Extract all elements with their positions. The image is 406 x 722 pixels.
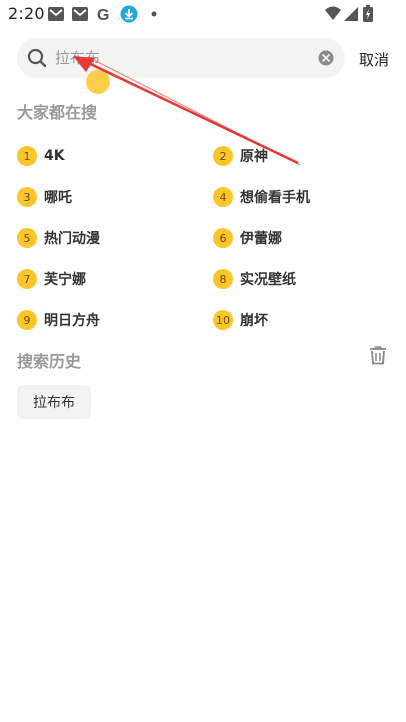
status-time: 2:20	[8, 4, 45, 23]
rank-badge: 10	[213, 310, 233, 330]
rank-badge: 6	[213, 228, 233, 248]
history-chip[interactable]: 拉布布	[17, 385, 91, 419]
rank-badge: 7	[17, 269, 37, 289]
trending-item[interactable]: 2 原神	[213, 144, 268, 168]
trending-item[interactable]: 5 热门动漫	[17, 226, 100, 250]
battery-icon	[362, 5, 374, 23]
rank-badge: 8	[213, 269, 233, 289]
clear-icon[interactable]	[318, 50, 334, 66]
dot-icon	[146, 5, 164, 23]
rank-badge: 1	[17, 146, 37, 166]
search-screen: 2:20 G 取消	[0, 0, 406, 722]
rank-badge: 4	[213, 187, 233, 207]
trending-item-label: 崩坏	[240, 313, 268, 329]
rank-badge: 2	[213, 146, 233, 166]
trending-item-label: 明日方舟	[44, 313, 100, 329]
gmail-icon	[71, 5, 89, 23]
touch-indicator	[86, 70, 110, 94]
search-icon	[27, 48, 47, 68]
download-icon	[120, 5, 138, 23]
svg-text:G: G	[97, 7, 109, 23]
trending-item[interactable]: 3 哪吒	[17, 185, 72, 209]
trending-item-label: 热门动漫	[44, 231, 100, 247]
trending-item-label: 4K	[44, 148, 65, 164]
trending-item-label: 想偷看手机	[240, 190, 310, 206]
trending-item[interactable]: 9 明日方舟	[17, 308, 100, 332]
trending-title: 大家都在搜	[17, 103, 98, 122]
gmail-icon	[47, 5, 65, 23]
wifi-icon	[324, 5, 342, 23]
trending-item-label: 原神	[240, 149, 268, 165]
rank-badge: 9	[17, 310, 37, 330]
trending-item-label: 芙宁娜	[44, 272, 86, 288]
trending-item-label: 伊蕾娜	[240, 231, 282, 247]
cancel-button[interactable]: 取消	[359, 49, 389, 70]
trending-item[interactable]: 1 4K	[17, 144, 65, 168]
rank-badge: 5	[17, 228, 37, 248]
trending-item[interactable]: 8 实况壁纸	[213, 267, 296, 291]
trending-item[interactable]: 4 想偷看手机	[213, 185, 310, 209]
trending-item[interactable]: 6 伊蕾娜	[213, 226, 282, 250]
trending-item[interactable]: 7 芙宁娜	[17, 267, 86, 291]
trash-icon[interactable]	[369, 345, 387, 365]
status-bar: 2:20 G	[0, 0, 406, 30]
trending-item-label: 实况壁纸	[240, 272, 296, 288]
signal-icon	[342, 5, 360, 23]
rank-badge: 3	[17, 187, 37, 207]
trending-item-label: 哪吒	[44, 190, 72, 206]
google-icon: G	[96, 5, 114, 23]
trending-item[interactable]: 10 崩坏	[213, 308, 268, 332]
history-title: 搜索历史	[17, 352, 82, 371]
search-box[interactable]	[17, 38, 345, 78]
search-input[interactable]	[55, 46, 305, 70]
